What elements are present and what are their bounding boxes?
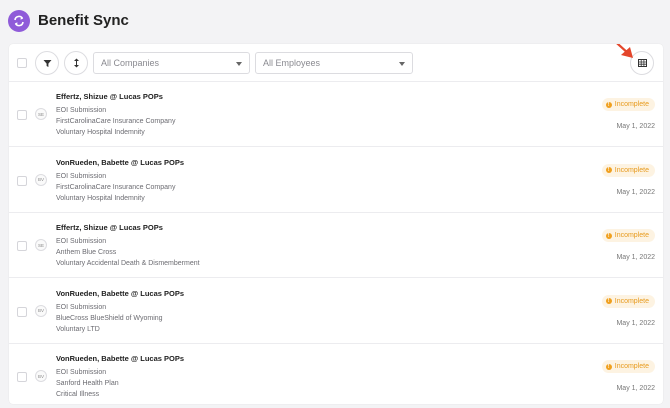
status-badge: ! Incomplete [601, 360, 655, 373]
chevron-down-icon [399, 62, 405, 66]
avatar: SE [35, 108, 47, 120]
app-header: Benefit Sync [0, 0, 670, 42]
submission-type: EOI Submission [56, 172, 107, 180]
sync-icon [8, 10, 30, 32]
submission-type: EOI Submission [56, 107, 107, 114]
avatar: SE [35, 239, 47, 251]
list-item[interactable]: BV VonRueden, Babette @ Lucas POPs EOI S… [9, 148, 663, 213]
row-checkbox[interactable] [17, 175, 27, 186]
company-select[interactable]: All Companies [93, 52, 250, 74]
page-title: Benefit Sync [38, 12, 129, 29]
warning-icon: ! [605, 101, 612, 108]
row-date: May 1, 2022 [616, 188, 655, 196]
row-title: Effertz, Shizue @ Lucas POPs [56, 223, 163, 232]
carrier-name: Anthem Blue Cross [56, 249, 117, 256]
employee-select-value: All Employees [263, 58, 321, 68]
table-view-icon [637, 59, 647, 67]
toolbar: All Companies All Employees [9, 44, 663, 82]
row-date: May 1, 2022 [616, 385, 655, 392]
list-item[interactable]: SE Effertz, Shizue @ Lucas POPs EOI Subm… [9, 82, 663, 147]
carrier-name: Sanford Health Plan [56, 380, 119, 387]
warning-icon: ! [605, 298, 612, 304]
warning-icon: ! [605, 363, 612, 370]
avatar: BV [35, 304, 47, 317]
carrier-name: FirstCarolinaCare Insurance Company [56, 118, 176, 125]
list-item[interactable]: BV VonRueden, Babette @ Lucas POPs EOI S… [9, 344, 663, 404]
submission-type: EOI Submission [56, 369, 107, 376]
row-checkbox[interactable] [17, 372, 27, 382]
company-select-value: All Companies [101, 58, 160, 68]
plan-name: Voluntary Accidental Death & Dismemberme… [56, 260, 200, 267]
plan-name: Critical Illness [56, 391, 100, 398]
row-checkbox[interactable] [17, 306, 27, 317]
row-checkbox[interactable] [17, 241, 27, 251]
status-badge: ! Incomplete [601, 163, 655, 177]
row-checkbox[interactable] [17, 110, 27, 120]
row-date: May 1, 2022 [616, 319, 655, 327]
status-badge: ! Incomplete [601, 229, 655, 242]
avatar: BV [35, 173, 47, 186]
warning-icon: ! [605, 232, 612, 239]
warning-icon: ! [605, 167, 612, 173]
list-item[interactable]: SE Effertz, Shizue @ Lucas POPs EOI Subm… [9, 213, 663, 278]
list-item[interactable]: BV VonRueden, Babette @ Lucas POPs EOI S… [9, 279, 663, 344]
carrier-name: BlueCross BlueShield of Wyoming [56, 314, 163, 322]
plan-name: Voluntary Hospital Indemnity [56, 129, 145, 136]
carrier-name: FirstCarolinaCare Insurance Company [56, 183, 176, 191]
submission-type: EOI Submission [56, 238, 107, 245]
sync-list-panel: All Companies All Employees SE Effertz, … [9, 44, 663, 404]
row-title: VonRueden, Babette @ Lucas POPs [56, 157, 185, 167]
row-title: Effertz, Shizue @ Lucas POPs [56, 92, 163, 101]
avatar: BV [35, 370, 47, 382]
plan-name: Voluntary Hospital Indemnity [56, 194, 145, 202]
sort-icon [73, 58, 79, 68]
plan-name: Voluntary LTD [56, 325, 100, 333]
select-all-checkbox[interactable] [17, 58, 27, 68]
employee-select[interactable]: All Employees [255, 52, 413, 74]
submission-type: EOI Submission [56, 303, 107, 311]
row-title: VonRueden, Babette @ Lucas POPs [56, 288, 185, 298]
annotation-arrow-icon [616, 44, 633, 58]
status-badge: ! Incomplete [601, 294, 655, 308]
row-date: May 1, 2022 [616, 254, 655, 261]
sort-button[interactable] [64, 51, 88, 75]
filter-icon [43, 59, 51, 67]
chevron-down-icon [236, 62, 242, 66]
row-date: May 1, 2022 [616, 123, 655, 130]
row-title: VonRueden, Babette @ Lucas POPs [56, 354, 185, 363]
filter-button[interactable] [35, 51, 59, 75]
status-badge: ! Incomplete [601, 98, 655, 111]
